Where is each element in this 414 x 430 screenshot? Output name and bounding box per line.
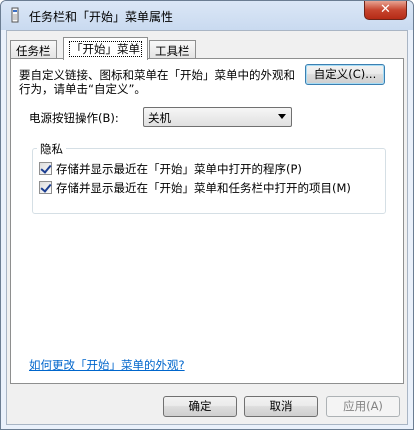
privacy-group-label: 隐私 <box>37 141 66 157</box>
tab-label: 工具栏 <box>155 44 190 58</box>
customize-description: 要自定义链接、图标和菜单在「开始」菜单中的外观和行为，请单击“自定义”。 <box>19 68 295 96</box>
taskbar-properties-icon <box>11 7 19 23</box>
power-button-value: 关机 <box>148 111 171 125</box>
tab-label: 任务栏 <box>16 44 51 58</box>
customize-button[interactable]: 自定义(C)... <box>305 64 385 85</box>
power-button-label: 电源按钮操作(B): <box>29 111 119 125</box>
start-menu-help-link[interactable]: 如何更改「开始」菜单的外观? <box>29 357 185 373</box>
close-button[interactable]: ✕ <box>364 1 407 20</box>
dropdown-arrow-icon <box>278 114 286 119</box>
programs-checkbox-label: 存储并显示最近在「开始」菜单中打开的程序(P) <box>56 162 302 176</box>
tab-label: 「开始」菜单 <box>69 41 142 57</box>
items-checkbox[interactable] <box>39 181 52 194</box>
tab-toolbars[interactable]: 工具栏 <box>149 40 196 59</box>
programs-checkbox[interactable] <box>39 162 52 175</box>
power-button-select[interactable]: 关机 <box>143 107 292 127</box>
cancel-button[interactable]: 取消 <box>244 396 318 417</box>
apply-button[interactable]: 应用(A) <box>326 396 400 417</box>
tab-strip: 任务栏 「开始」菜单 工具栏 <box>10 37 404 60</box>
close-icon: ✕ <box>380 2 391 17</box>
ok-button[interactable]: 确定 <box>163 396 237 417</box>
items-checkbox-label: 存储并显示最近在「开始」菜单和任务栏中打开的项目(M) <box>56 181 351 195</box>
tab-start-menu[interactable]: 「开始」菜单 <box>63 37 148 60</box>
tab-taskbar[interactable]: 任务栏 <box>10 40 57 59</box>
window-title: 任务栏和「开始」菜单属性 <box>29 10 174 24</box>
title-bar[interactable]: 任务栏和「开始」菜单属性 ✕ <box>1 1 413 30</box>
